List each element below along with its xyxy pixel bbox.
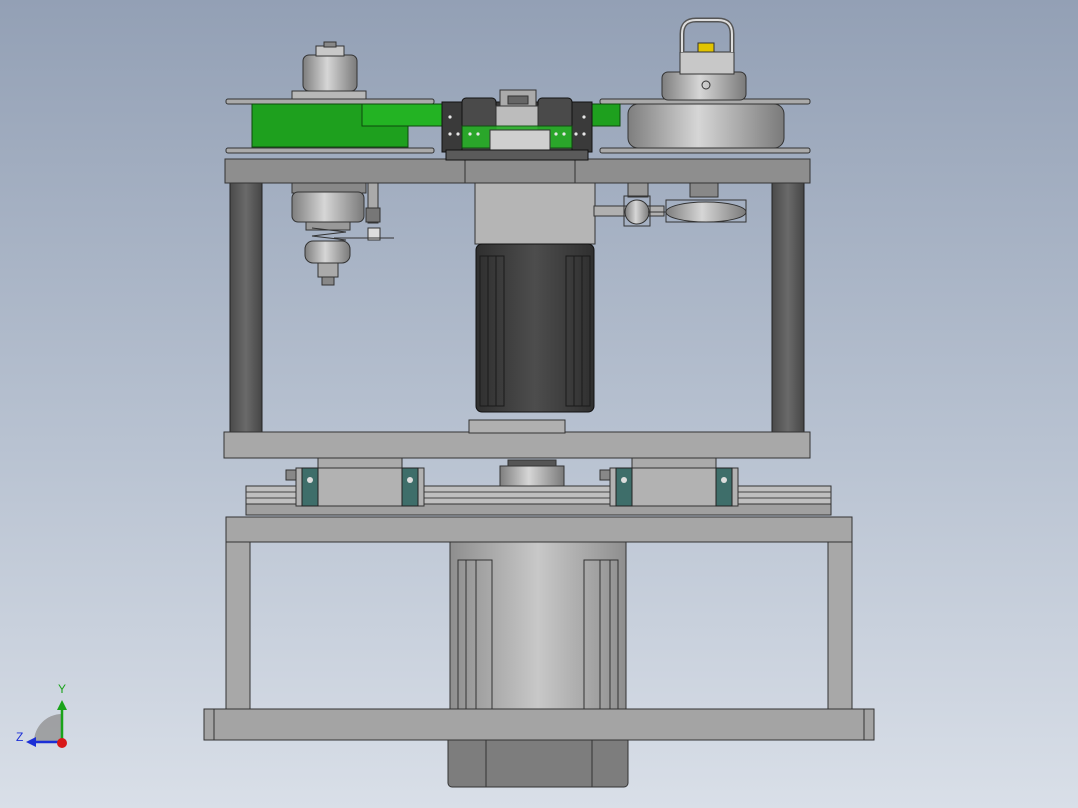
- right-pulley-bottom-flange: [599, 147, 811, 154]
- mid-plate: [225, 516, 853, 543]
- base-plate: [203, 708, 875, 741]
- triad-graphic: [26, 700, 67, 748]
- left-spindle-housing: [291, 191, 365, 223]
- cad-viewport[interactable]: Y Z: [0, 0, 1078, 808]
- frame-leg-right: [827, 539, 853, 713]
- left-pulley-bottom-flange: [225, 147, 435, 154]
- z-axis-label: Z: [16, 730, 24, 744]
- left-spindle-assembly: [291, 182, 394, 286]
- machine-assembly-drawing: [203, 17, 875, 788]
- motor-body: [475, 243, 595, 413]
- bottom-motor-lower: [447, 734, 629, 788]
- center-bearing-hub: [499, 465, 565, 487]
- left-pulley-top-flange: [225, 98, 435, 105]
- center-motor: [474, 181, 596, 413]
- tensioner-pivot: [624, 199, 650, 225]
- motor-flange: [474, 181, 596, 245]
- view-orientation-triad[interactable]: Y Z: [10, 682, 80, 756]
- right-pulley-hub: [661, 71, 747, 101]
- triad-rotation-arc: [34, 714, 62, 742]
- idler-pulley: [665, 201, 747, 223]
- y-axis-label: Y: [58, 682, 67, 696]
- frame-leg-left: [225, 539, 251, 713]
- linear-guide: [245, 457, 832, 516]
- center-drive-pulley: [441, 89, 593, 161]
- bottom-frame: [203, 516, 875, 788]
- post-left: [229, 179, 263, 435]
- right-large-pulley: [627, 103, 785, 149]
- belt-drive: [225, 17, 811, 161]
- x-axis-point: [57, 738, 67, 748]
- post-right: [771, 179, 805, 435]
- handle-tag: [697, 42, 715, 53]
- lower-plate: [223, 431, 811, 459]
- top-plate: [224, 158, 811, 184]
- left-pulley-hub: [302, 54, 358, 92]
- tensioner-arm: [593, 182, 747, 227]
